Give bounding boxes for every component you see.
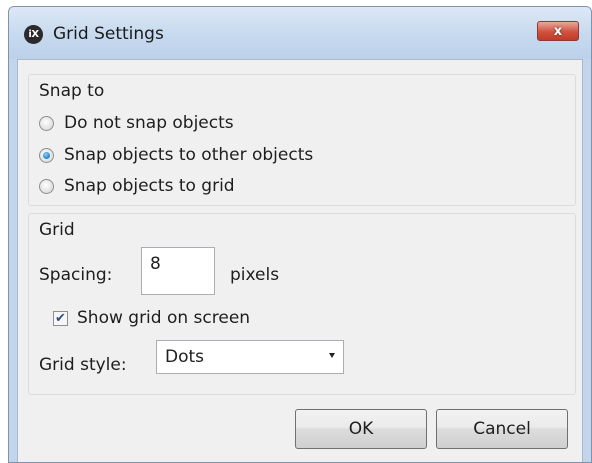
spacing-label: Spacing: bbox=[39, 265, 112, 285]
app-icon: iX bbox=[24, 25, 43, 44]
grid-style-label-text: Grid style: bbox=[39, 355, 127, 375]
grid-group: Grid Spacing: 8 pixels ✔ Show grid on sc… bbox=[28, 213, 576, 395]
radio-label: Snap objects to grid bbox=[64, 176, 235, 196]
radio-button[interactable] bbox=[39, 115, 54, 131]
close-icon: x bbox=[553, 23, 563, 39]
radio-label: Snap objects to other objects bbox=[64, 145, 314, 165]
radio-snap-to-objects[interactable]: Snap objects to other objects bbox=[39, 145, 313, 165]
snap-to-group: Snap to Do not snap objects Snap objects… bbox=[28, 74, 576, 206]
title-bar[interactable]: iX Grid Settings x bbox=[9, 7, 591, 59]
ok-button[interactable]: OK bbox=[295, 409, 427, 449]
chevron-down-icon bbox=[329, 353, 335, 358]
show-grid-label: Show grid on screen bbox=[77, 308, 251, 328]
grid-settings-dialog: iX Grid Settings x Snap to Do not snap o… bbox=[8, 6, 592, 463]
show-grid-checkbox-row[interactable]: ✔ Show grid on screen bbox=[53, 308, 250, 328]
radio-button[interactable] bbox=[39, 178, 54, 194]
spacing-unit: pixels bbox=[230, 265, 279, 285]
cancel-button[interactable]: Cancel bbox=[436, 409, 568, 449]
dialog-body: Snap to Do not snap objects Snap objects… bbox=[17, 59, 583, 462]
spacing-input[interactable]: 8 bbox=[141, 247, 215, 295]
close-button[interactable]: x bbox=[537, 21, 579, 41]
radio-label: Do not snap objects bbox=[64, 113, 234, 133]
grid-style-label: Grid style: bbox=[39, 355, 127, 375]
grid-style-select[interactable]: Dots bbox=[156, 340, 344, 374]
radio-do-not-snap[interactable]: Do not snap objects bbox=[39, 113, 234, 133]
spacing-unit-text: pixels bbox=[230, 265, 280, 285]
window-title: Grid Settings bbox=[53, 24, 164, 44]
radio-snap-to-grid[interactable]: Snap objects to grid bbox=[39, 176, 235, 196]
snap-to-group-label: Snap to bbox=[39, 81, 105, 101]
radio-selected-icon[interactable] bbox=[39, 147, 54, 163]
checkmark-icon[interactable]: ✔ bbox=[53, 310, 68, 326]
spacing-label-text: Spacing: bbox=[39, 265, 113, 285]
grid-group-label: Grid bbox=[39, 220, 75, 240]
grid-style-value: Dots bbox=[165, 347, 205, 367]
